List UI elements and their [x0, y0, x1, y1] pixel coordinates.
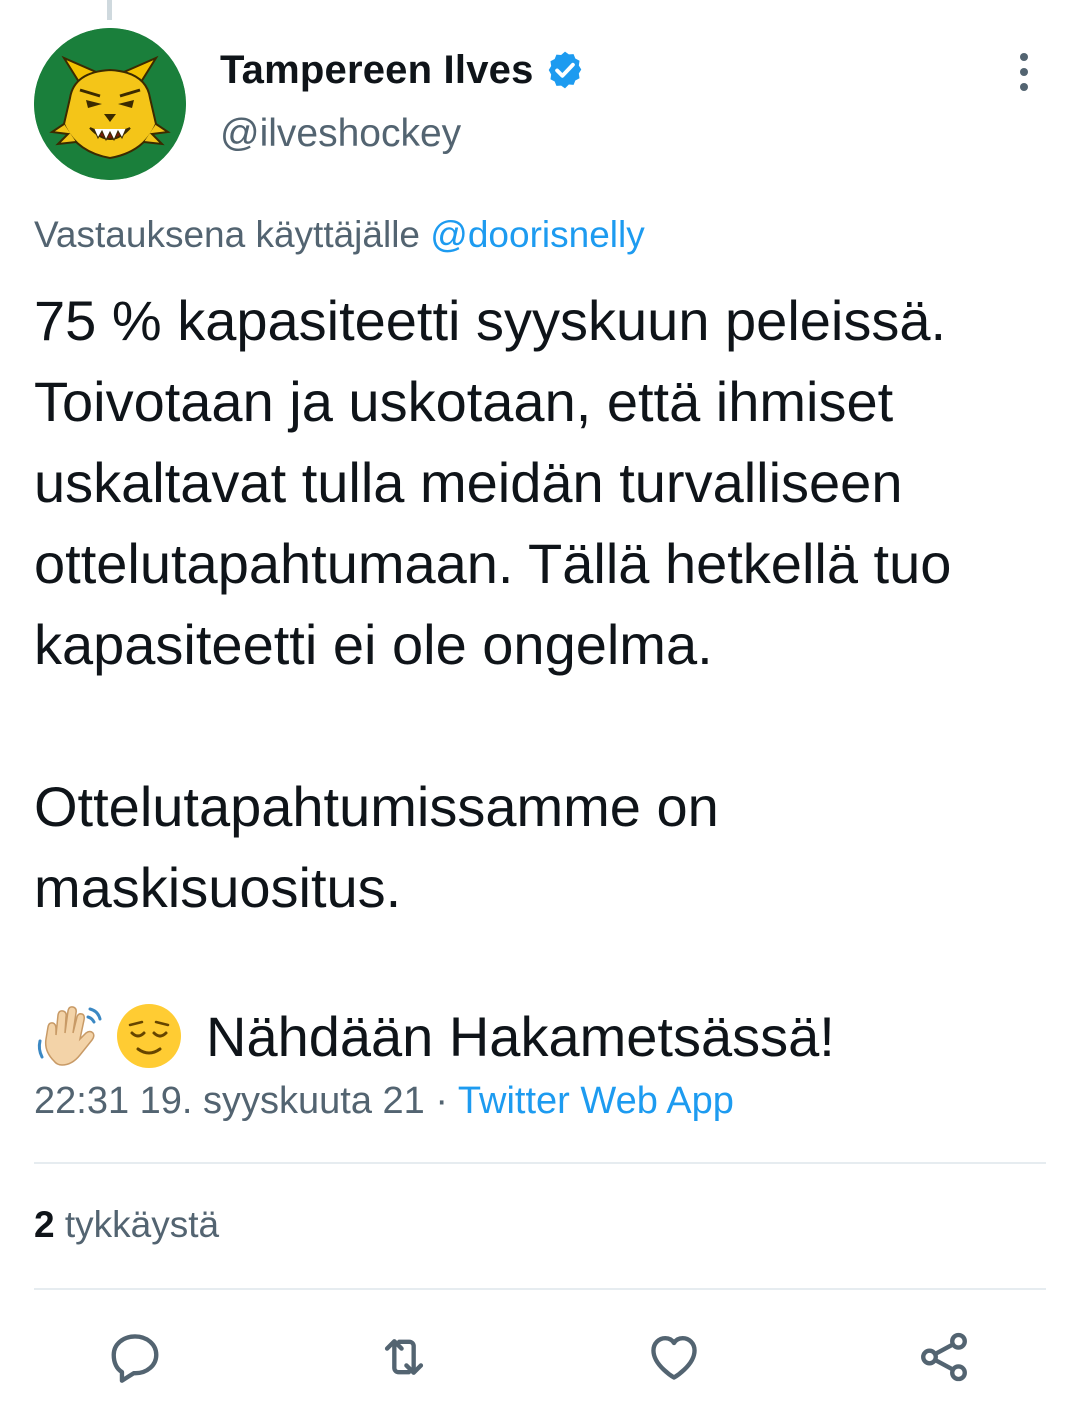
share-icon [921, 1332, 967, 1382]
reply-button[interactable] [100, 1322, 170, 1392]
author-name-row[interactable]: Tampereen Ilves [220, 44, 586, 96]
retweet-button[interactable] [369, 1322, 439, 1392]
divider [34, 1288, 1046, 1290]
more-options-icon[interactable] [1002, 50, 1046, 94]
author-handle[interactable]: @ilveshockey [220, 112, 461, 156]
reply-prefix: Vastauksena käyttäjälle [34, 214, 420, 255]
tweet-paragraph-1: 75 % kapasiteetti syyskuun peleissä. Toi… [34, 289, 952, 676]
lynx-logo-icon [34, 28, 186, 180]
relieved-face-icon [117, 1004, 181, 1068]
waving-hand-icon [37, 1006, 102, 1066]
thread-connector-line [107, 0, 112, 20]
likes-count-link[interactable]: 2 tykkäystä [34, 1204, 219, 1246]
like-button[interactable] [639, 1322, 709, 1392]
tweet-body: 75 % kapasiteetti syyskuun peleissä. Toi… [34, 280, 1054, 928]
retweet-icon [384, 1339, 424, 1375]
divider [34, 1162, 1046, 1164]
author-display-name[interactable]: Tampereen Ilves [220, 48, 534, 93]
tweet-action-bar [0, 1322, 1080, 1392]
tweet-source-link[interactable]: Twitter Web App [458, 1080, 734, 1122]
tweet-timestamp[interactable]: 22:31 19. syyskuuta 21 [34, 1080, 425, 1122]
heart-icon [651, 1335, 697, 1380]
likes-count: 2 [34, 1204, 55, 1245]
tweet-paragraph-2: Ottelutapahtumissamme on maskisuositus. [34, 775, 719, 919]
tweet-paragraph-3: Nähdään Hakametsässä! [34, 996, 835, 1076]
tweet-meta: 22:31 19. syyskuuta 21 · Twitter Web App [34, 1080, 734, 1123]
tweet-paragraph-3-text: Nähdään Hakametsässä! [206, 1004, 835, 1068]
reply-mention-link[interactable]: @doorisnelly [430, 214, 644, 255]
author-avatar[interactable] [34, 28, 186, 180]
share-button[interactable] [909, 1322, 979, 1392]
verified-badge-icon [548, 51, 581, 89]
meta-separator: · [435, 1080, 449, 1122]
likes-label: tykkäystä [64, 1204, 220, 1245]
reply-icon [111, 1334, 159, 1383]
reply-context: Vastauksena käyttäjälle @doorisnelly [34, 214, 645, 256]
